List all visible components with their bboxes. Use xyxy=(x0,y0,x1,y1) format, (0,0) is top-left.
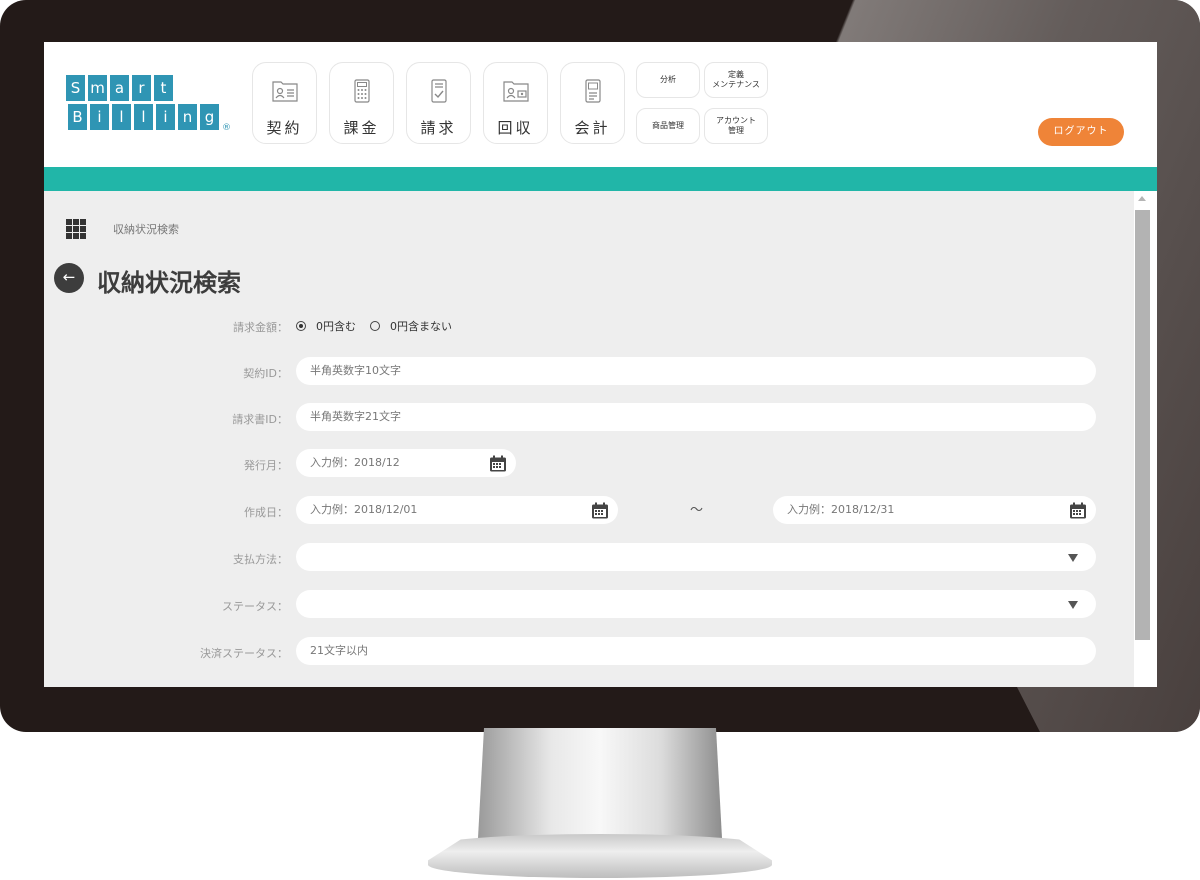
monitor-stand-base xyxy=(428,834,772,878)
app-header: S m a r t B i l l i n g ® 契約 課金 請求 回収 会計… xyxy=(44,42,1157,167)
radio-exclude-zero[interactable] xyxy=(370,321,380,331)
amount-radio-group: 0円含む 0円含まない xyxy=(296,318,452,334)
nav-account-line-2: 管理 xyxy=(728,126,744,135)
created-from-input[interactable]: 入力例：2018/12/01 xyxy=(296,496,618,524)
radio-include-zero-label: 0円含む xyxy=(316,320,356,333)
logo-letter: S xyxy=(66,75,85,101)
payment-method-select[interactable] xyxy=(296,543,1096,571)
nav-maintenance-line-1: 定義 xyxy=(728,70,744,79)
invoice-id-label: 請求書ID： xyxy=(232,413,288,426)
created-to-input[interactable]: 入力例：2018/12/31 xyxy=(773,496,1096,524)
nav-account-label: アカウント 管理 xyxy=(716,116,756,136)
contract-id-label: 契約ID： xyxy=(243,367,288,380)
nav-accounting-label: 会計 xyxy=(574,119,611,137)
nav-maintenance-line-2: メンテナンス xyxy=(712,80,760,89)
logo-letter: g xyxy=(200,104,219,130)
issue-month-input[interactable]: 入力例：2018/12 xyxy=(296,449,516,477)
settlement-status-label: 決済ステータス： xyxy=(200,647,288,660)
created-date-label: 作成日： xyxy=(244,506,288,519)
calendar-icon[interactable] xyxy=(489,455,507,472)
nav-account-button[interactable]: アカウント 管理 xyxy=(704,108,768,144)
nav-products-button[interactable]: 商品管理 xyxy=(636,108,700,144)
nav-analysis-label: 分析 xyxy=(660,75,676,84)
calculator-icon xyxy=(354,79,370,103)
logo-letter: r xyxy=(132,75,151,101)
scroll-up-arrow-icon[interactable] xyxy=(1138,196,1146,201)
nav-charge-label: 課金 xyxy=(343,119,380,137)
calendar-icon[interactable] xyxy=(1069,502,1087,519)
logo-letter: m xyxy=(88,75,107,101)
scrollbar-thumb[interactable] xyxy=(1135,210,1150,640)
date-range-separator: ～ xyxy=(690,503,704,518)
nav-account-line-1: アカウント xyxy=(716,116,756,125)
logo-letter: t xyxy=(154,75,173,101)
smart-billing-logo[interactable]: S m a r t B i l l i n g ® xyxy=(66,75,231,133)
invoice-icon xyxy=(431,79,447,103)
calendar-icon[interactable] xyxy=(591,502,609,519)
registered-mark: ® xyxy=(222,123,231,133)
logo-letter: B xyxy=(68,104,87,130)
nav-collection-label: 回収 xyxy=(497,119,534,137)
back-arrow-icon[interactable]: ← xyxy=(54,263,84,293)
settlement-status-input[interactable]: 21文字以内 xyxy=(296,637,1096,665)
accounting-icon xyxy=(585,79,601,103)
invoice-id-input[interactable]: 半角英数字21文字 xyxy=(296,403,1096,431)
contract-id-input[interactable]: 半角英数字10文字 xyxy=(296,357,1096,385)
nav-charge-button[interactable]: 課金 xyxy=(329,62,394,144)
radio-include-zero[interactable] xyxy=(296,321,306,331)
page-title: 収納状況検索 xyxy=(97,269,241,297)
logo-letter: a xyxy=(110,75,129,101)
breadcrumb[interactable]: 収納状況検索 xyxy=(113,221,179,237)
nav-maintenance-label: 定義 メンテナンス xyxy=(712,70,760,90)
logo-letter: n xyxy=(178,104,197,130)
logo-letter: l xyxy=(134,104,153,130)
main-content: 収納状況検索 ← 収納状況検索 請求金額： 0円含む 0円含まない 契約ID： … xyxy=(44,191,1134,687)
amount-label: 請求金額： xyxy=(233,321,288,334)
chevron-down-icon xyxy=(1068,554,1078,562)
nav-accounting-button[interactable]: 会計 xyxy=(560,62,625,144)
issue-month-label: 発行月： xyxy=(244,459,288,472)
menu-grid-icon[interactable] xyxy=(66,219,86,239)
logo-letter: l xyxy=(112,104,131,130)
nav-billing-button[interactable]: 請求 xyxy=(406,62,471,144)
logo-letter: i xyxy=(156,104,175,130)
monitor-stand-neck xyxy=(478,728,722,838)
screen: S m a r t B i l l i n g ® 契約 課金 請求 回収 会計… xyxy=(44,42,1157,687)
nav-collection-button[interactable]: 回収 xyxy=(483,62,548,144)
header-accent-bar xyxy=(44,167,1157,191)
collection-icon xyxy=(503,81,529,102)
status-select[interactable] xyxy=(296,590,1096,618)
logo-row-billing: B i l l i n g xyxy=(68,104,219,130)
nav-billing-label: 請求 xyxy=(420,119,457,137)
nav-contract-button[interactable]: 契約 xyxy=(252,62,317,144)
nav-maintenance-button[interactable]: 定義 メンテナンス xyxy=(704,62,768,98)
nav-analysis-button[interactable]: 分析 xyxy=(636,62,700,98)
chevron-down-icon xyxy=(1068,601,1078,609)
radio-exclude-zero-label: 0円含まない xyxy=(390,320,452,333)
logo-row-smart: S m a r t xyxy=(66,75,219,101)
nav-contract-label: 契約 xyxy=(266,119,303,137)
status-label: ステータス： xyxy=(222,600,288,613)
contract-icon xyxy=(272,81,298,102)
logout-button[interactable]: ログアウト xyxy=(1038,118,1124,146)
nav-products-label: 商品管理 xyxy=(652,121,684,130)
payment-method-label: 支払方法： xyxy=(233,553,288,566)
logo-letter: i xyxy=(90,104,109,130)
